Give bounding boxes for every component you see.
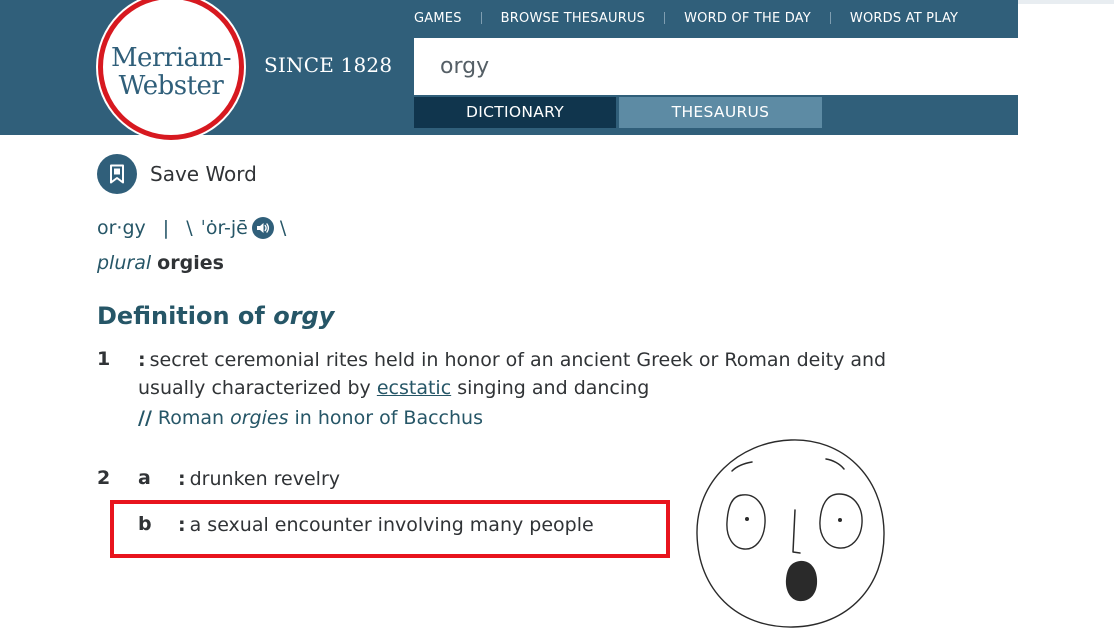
plural-label: plural bbox=[97, 252, 152, 274]
logo-line-2: Webster bbox=[118, 71, 224, 101]
sense-2a-definition: : drunken revelry bbox=[178, 465, 340, 493]
save-word-button[interactable]: Save Word bbox=[97, 154, 257, 194]
highlight-box bbox=[110, 500, 670, 558]
usage-example: //Roman orgies in honor of Bacchus bbox=[138, 407, 483, 429]
since-tagline: SINCE 1828 bbox=[264, 53, 393, 77]
bookmark-icon bbox=[97, 154, 137, 194]
example-marker: // bbox=[138, 407, 152, 429]
sense-1-colon: : bbox=[138, 349, 146, 371]
nav-divider bbox=[664, 12, 666, 24]
tab-thesaurus[interactable]: THESAURUS bbox=[619, 97, 822, 128]
shocked-face-drawing bbox=[696, 439, 885, 628]
sense-1-text: secret ceremonial rites held in honor of… bbox=[149, 349, 887, 371]
nav-games[interactable]: GAMES bbox=[414, 11, 462, 26]
nav-word-of-the-day[interactable]: WORD OF THE DAY bbox=[684, 11, 811, 26]
header-edge bbox=[1018, 0, 1114, 4]
speaker-icon[interactable] bbox=[251, 217, 274, 239]
sense-2a-colon: : bbox=[178, 468, 186, 490]
xref-link-ecstatic[interactable]: ecstatic bbox=[377, 377, 451, 399]
definition-heading: Definition of orgy bbox=[97, 302, 334, 330]
sense-number-1: 1 bbox=[97, 348, 111, 370]
sense-2a-text: drunken revelry bbox=[189, 468, 341, 490]
sense-1-definition: : secret ceremonial rites held in honor o… bbox=[138, 346, 1008, 402]
pronunciation: ˈȯr-jē bbox=[200, 217, 248, 239]
example-after: in honor of Bacchus bbox=[294, 407, 483, 429]
search-input[interactable] bbox=[414, 38, 1018, 95]
top-nav: GAMES BROWSE THESAURUS WORD OF THE DAY W… bbox=[414, 0, 958, 36]
tab-dictionary[interactable]: DICTIONARY bbox=[414, 97, 616, 128]
nav-divider bbox=[829, 12, 831, 24]
sense-1-text-line2: usually characterized by bbox=[138, 377, 371, 399]
definition-label: Definition of bbox=[97, 302, 265, 330]
sense-number-2: 2 bbox=[97, 467, 111, 489]
sense-1-text-after: singing and dancing bbox=[457, 377, 650, 399]
headword: orgy bbox=[273, 302, 335, 330]
pron-close: \ bbox=[279, 217, 287, 239]
nav-words-at-play[interactable]: WORDS AT PLAY bbox=[850, 11, 958, 26]
pron-open: \ bbox=[186, 217, 193, 239]
separator: | bbox=[162, 217, 170, 239]
save-word-label: Save Word bbox=[150, 162, 257, 186]
page: Merriam- Webster SINCE 1828 GAMES BROWSE… bbox=[0, 0, 1114, 639]
logo-line-1: Merriam- bbox=[110, 43, 232, 73]
sense-letter-a: a bbox=[138, 467, 151, 489]
example-emphasis: orgies bbox=[230, 407, 289, 429]
nav-browse-thesaurus[interactable]: BROWSE THESAURUS bbox=[501, 11, 645, 26]
merriam-webster-logo[interactable]: Merriam- Webster bbox=[98, 0, 244, 140]
plural-line: plural orgies bbox=[97, 252, 224, 274]
pronunciation-line: or·gy | \ ˈȯr-jē \ bbox=[97, 214, 286, 242]
example-before: Roman bbox=[157, 407, 225, 429]
syllables: or·gy bbox=[97, 217, 146, 239]
nav-divider bbox=[480, 12, 482, 24]
plural-form: orgies bbox=[157, 252, 224, 274]
